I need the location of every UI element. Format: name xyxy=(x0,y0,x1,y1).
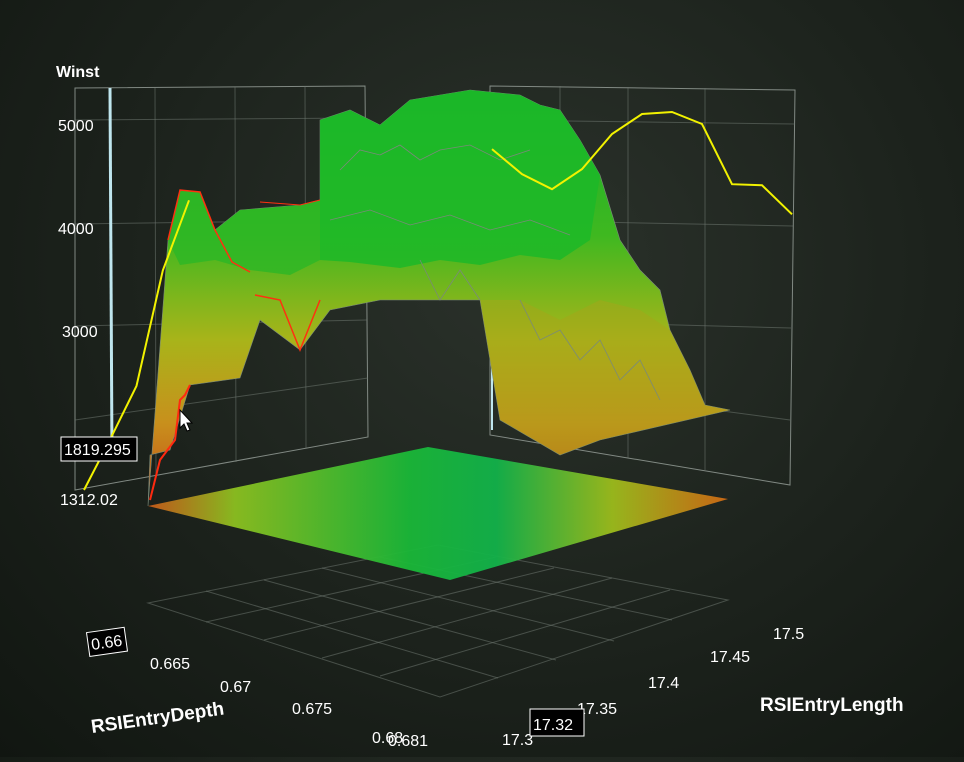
y-cursor-label: 17.32 xyxy=(533,717,573,734)
y-tick-17.3: 17.3 xyxy=(502,732,533,749)
z-tick-5000: 5000 xyxy=(58,118,94,135)
z-axis-title: Winst xyxy=(56,64,100,81)
mouse-cursor-icon xyxy=(179,408,194,432)
x-axis-title: RSIEntryDepth xyxy=(90,698,226,737)
y-tick-17.45: 17.45 xyxy=(710,649,750,666)
z-tick-3000: 3000 xyxy=(62,324,98,341)
x-tick-0.67: 0.67 xyxy=(220,679,251,696)
x-end-label: 0.681 xyxy=(388,733,428,750)
z-axis-highlight xyxy=(108,87,114,459)
z-tick-4000: 4000 xyxy=(58,221,94,238)
y-tick-17.5: 17.5 xyxy=(773,626,804,643)
y-axis-title: RSIEntryLength xyxy=(760,695,904,716)
z-cursor-label: 1819.295 xyxy=(64,442,131,459)
surface-chart[interactable]: Winst 5000 4000 3000 1819.295 1312.02 0.… xyxy=(0,0,964,757)
floor-projection xyxy=(148,447,728,580)
y-tick-17.4: 17.4 xyxy=(648,675,679,692)
x-tick-0.675: 0.675 xyxy=(292,701,332,718)
z-min-label: 1312.02 xyxy=(60,492,118,509)
x-tick-0.665: 0.665 xyxy=(150,656,190,673)
